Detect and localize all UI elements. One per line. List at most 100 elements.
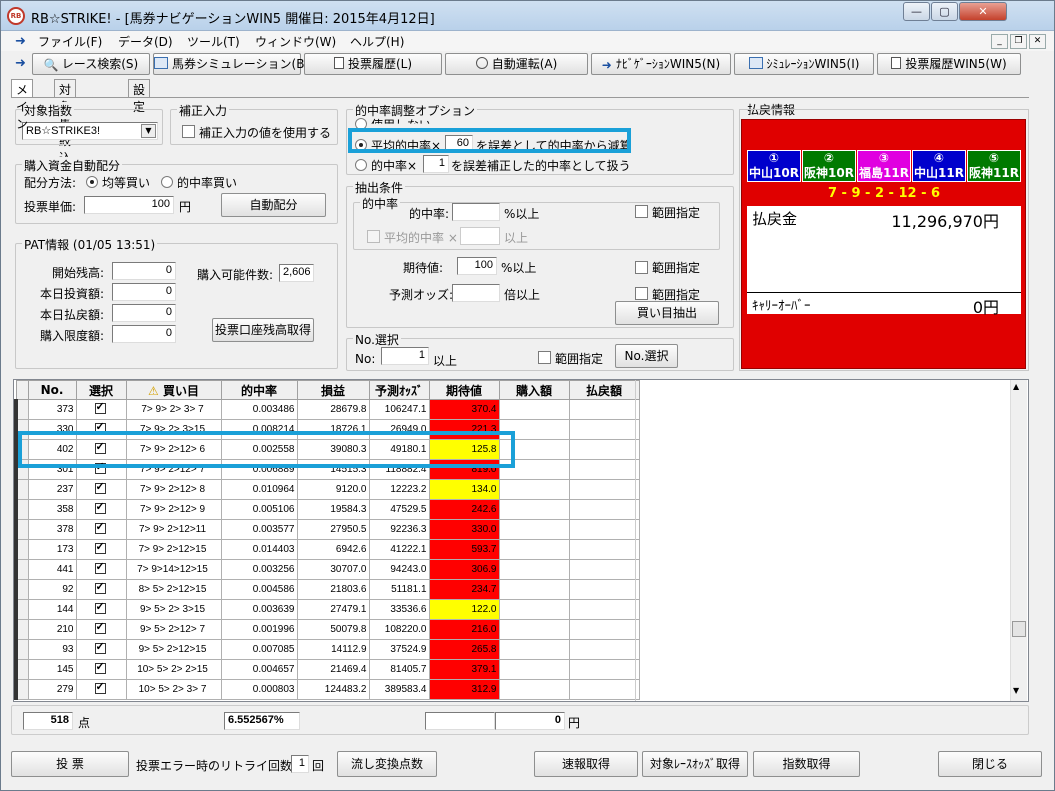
avg-hit-input[interactable]: [460, 227, 500, 245]
extract-button[interactable]: 買い目抽出: [615, 301, 719, 325]
select-checkbox[interactable]: [94, 400, 106, 414]
race-search-button[interactable]: 🔍 レース検索(S): [32, 53, 150, 75]
header-refund[interactable]: 払戻額: [568, 380, 640, 400]
select-checkbox[interactable]: [94, 480, 106, 494]
scroll-up-icon[interactable]: ▲: [1013, 382, 1019, 391]
select-checkbox[interactable]: [94, 580, 106, 594]
no-select-button[interactable]: No.選択: [615, 344, 678, 368]
cell-select[interactable]: [75, 519, 127, 540]
menu-help[interactable]: ヘルプ(H): [350, 33, 404, 50]
get-balance-button[interactable]: 投票口座残高取得: [212, 318, 314, 342]
minimize-button[interactable]: —: [903, 2, 930, 21]
index-select[interactable]: RB☆STRIKE3!: [22, 122, 158, 140]
cell-select[interactable]: [75, 539, 127, 560]
cell-select[interactable]: [75, 599, 127, 620]
table-row[interactable]: 173 7> 9> 2>12>150.0144036942.641222.1593…: [14, 539, 640, 560]
menu-tools[interactable]: ツール(T): [187, 33, 240, 50]
select-checkbox[interactable]: [94, 560, 106, 574]
table-row[interactable]: 279 10> 5> 2> 3> 70.000803124483.2389583.…: [14, 679, 640, 700]
table-row[interactable]: 93 9> 5> 2>12>150.00708514112.937524.9265…: [14, 639, 640, 660]
select-checkbox[interactable]: [94, 540, 106, 554]
header-combo[interactable]: ⚠ 買い目: [125, 380, 222, 400]
select-checkbox[interactable]: [94, 500, 106, 514]
cell-select[interactable]: [75, 659, 127, 680]
hit-rate-input[interactable]: [452, 203, 500, 221]
table-row[interactable]: 441 7> 9>14>12>150.00325630707.094243.030…: [14, 559, 640, 580]
dropdown-arrow-icon[interactable]: ▼: [141, 124, 156, 138]
simulation-win5-button[interactable]: ｼﾐｭﾚｰｼｮﾝWIN5(I): [734, 53, 874, 75]
scroll-thumb[interactable]: [1012, 621, 1026, 637]
cell-select[interactable]: [75, 679, 127, 700]
race-odds-button[interactable]: 対象ﾚｰｽｵｯｽﾞ取得: [642, 751, 748, 777]
select-checkbox[interactable]: [94, 660, 106, 674]
bet-simulation-button[interactable]: 馬券シミュレーション(B): [153, 53, 309, 75]
navigation-win5-button[interactable]: ➜ ﾅﾋﾞｹﾞｰｼｮﾝWIN5(N): [591, 53, 731, 75]
row-indicator: [14, 499, 29, 520]
maximize-button[interactable]: ▢: [931, 2, 958, 21]
table-row[interactable]: 144 9> 5> 2> 3>150.00363927479.133536.612…: [14, 599, 640, 620]
select-checkbox[interactable]: [94, 680, 106, 694]
auto-allocate-button[interactable]: 自動配分: [221, 193, 326, 217]
tab-main[interactable]: メイン: [11, 79, 34, 131]
cell-select[interactable]: [75, 479, 127, 500]
get-index-button[interactable]: 指数取得: [753, 751, 860, 777]
mdi-restore-button[interactable]: ❐: [1010, 34, 1027, 49]
range3-checkbox[interactable]: [635, 287, 648, 300]
header-select[interactable]: 選択: [75, 380, 127, 400]
cell-select[interactable]: [75, 619, 127, 640]
grid-scrollbar[interactable]: ▲ ▼: [1010, 380, 1027, 701]
use-correction-checkbox[interactable]: [182, 125, 195, 138]
range2-checkbox[interactable]: [635, 261, 648, 274]
range1-checkbox[interactable]: [635, 205, 648, 218]
table-row[interactable]: 373 7> 9> 2> 3> 70.00348628679.8106247.13…: [14, 399, 640, 420]
scroll-down-icon[interactable]: ▼: [1013, 686, 1019, 695]
mdi-close-button[interactable]: ✕: [1029, 34, 1046, 49]
cell-select[interactable]: [75, 579, 127, 600]
avg-hit-checkbox[interactable]: [367, 230, 380, 243]
mdi-minimize-button[interactable]: _: [991, 34, 1008, 49]
hit-rate-buy-radio[interactable]: [161, 176, 173, 188]
cell-select[interactable]: [75, 399, 127, 420]
menu-window[interactable]: ウィンドウ(W): [255, 33, 336, 50]
header-odds[interactable]: 予測ｵｯｽﾞ: [368, 380, 430, 400]
table-row[interactable]: 210 9> 5> 2>12> 70.00199650079.8108220.02…: [14, 619, 640, 640]
odds-input[interactable]: [452, 284, 500, 302]
retry-input[interactable]: 1: [291, 755, 309, 773]
tab-settings[interactable]: 設定: [128, 79, 151, 114]
table-row[interactable]: 358 7> 9> 2>12> 90.00510619584.347529.524…: [14, 499, 640, 520]
option-hit-radio[interactable]: [355, 159, 367, 171]
ev-input[interactable]: 100: [457, 257, 497, 275]
convert-button[interactable]: 流し変換点数: [337, 751, 437, 777]
header-ev[interactable]: 期待値: [428, 380, 500, 400]
cell-select[interactable]: [75, 559, 127, 580]
header-profit[interactable]: 損益: [296, 380, 370, 400]
header-buy[interactable]: 購入額: [498, 380, 570, 400]
select-checkbox[interactable]: [94, 620, 106, 634]
close-window-button[interactable]: ✕: [959, 2, 1007, 21]
cell-select[interactable]: [75, 639, 127, 660]
cell-select[interactable]: [75, 499, 127, 520]
menu-file[interactable]: ファイル(F): [38, 33, 102, 50]
menu-data[interactable]: データ(D): [118, 33, 173, 50]
close-button[interactable]: 閉じる: [938, 751, 1042, 777]
tab-horse-filter[interactable]: 対象馬絞込: [54, 79, 77, 165]
no-input[interactable]: 1: [381, 347, 429, 365]
vote-button[interactable]: 投 票: [11, 751, 129, 777]
table-row[interactable]: 237 7> 9> 2>12> 80.0109649120.012223.2134…: [14, 479, 640, 500]
equal-buy-radio[interactable]: [86, 176, 98, 188]
speed-report-button[interactable]: 速報取得: [534, 751, 638, 777]
table-row[interactable]: 145 10> 5> 2> 2>150.00465721469.481405.73…: [14, 659, 640, 680]
vote-history-win5-button[interactable]: 投票履歴WIN5(W): [877, 53, 1021, 75]
auto-run-button[interactable]: 自動運転(A): [445, 53, 588, 75]
no-range-checkbox[interactable]: [538, 351, 551, 364]
header-hit-rate[interactable]: 的中率: [220, 380, 298, 400]
select-checkbox[interactable]: [94, 600, 106, 614]
vote-history-button[interactable]: 投票履歴(L): [304, 53, 442, 75]
table-row[interactable]: 92 8> 5> 2>12>150.00458621803.651181.1234…: [14, 579, 640, 600]
header-no[interactable]: No.: [27, 380, 77, 400]
hit-multiplier-input[interactable]: 1: [423, 155, 449, 173]
select-checkbox[interactable]: [94, 520, 106, 534]
table-row[interactable]: 378 7> 9> 2>12>110.00357727950.592236.333…: [14, 519, 640, 540]
select-checkbox[interactable]: [94, 640, 106, 654]
unit-price-input[interactable]: 100: [84, 196, 174, 214]
